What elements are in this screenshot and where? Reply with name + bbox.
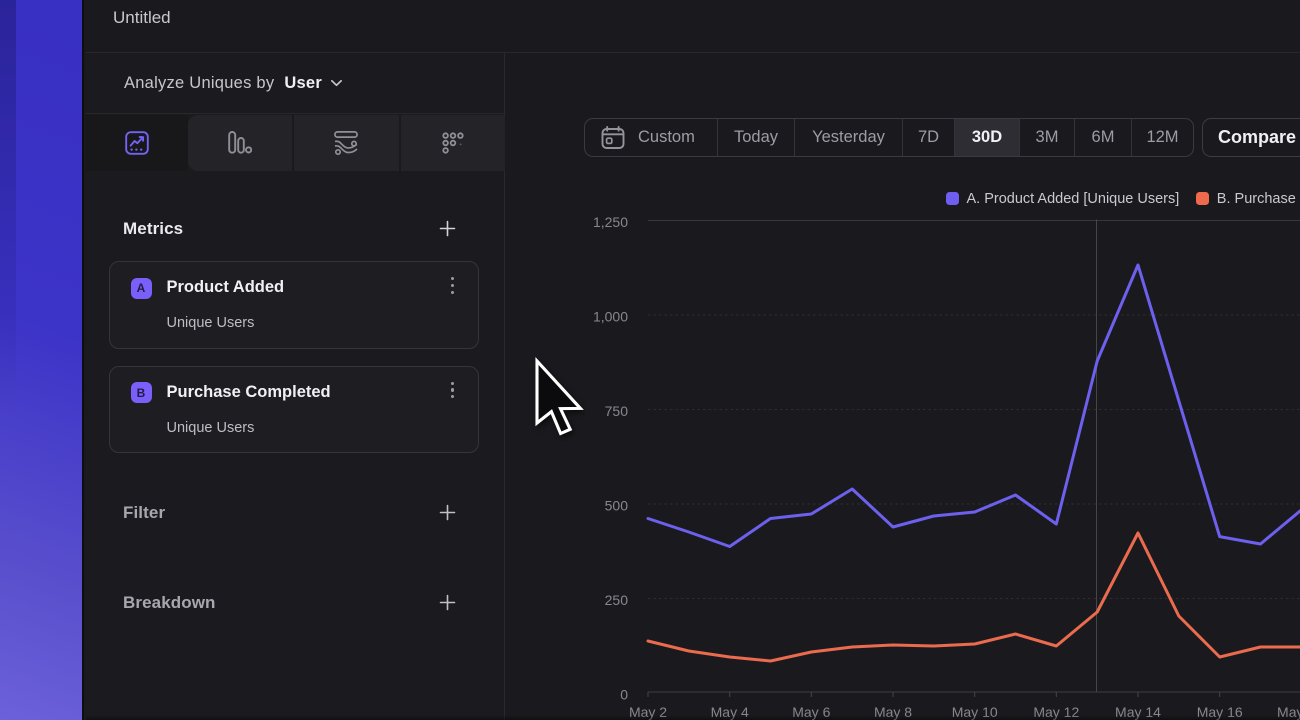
svg-text:500: 500 <box>605 498 629 514</box>
svg-text:250: 250 <box>605 592 629 608</box>
svg-text:0: 0 <box>620 687 628 703</box>
svg-text:1,250: 1,250 <box>593 214 628 230</box>
svg-text:1,000: 1,000 <box>593 309 628 325</box>
svg-text:750: 750 <box>605 403 629 419</box>
